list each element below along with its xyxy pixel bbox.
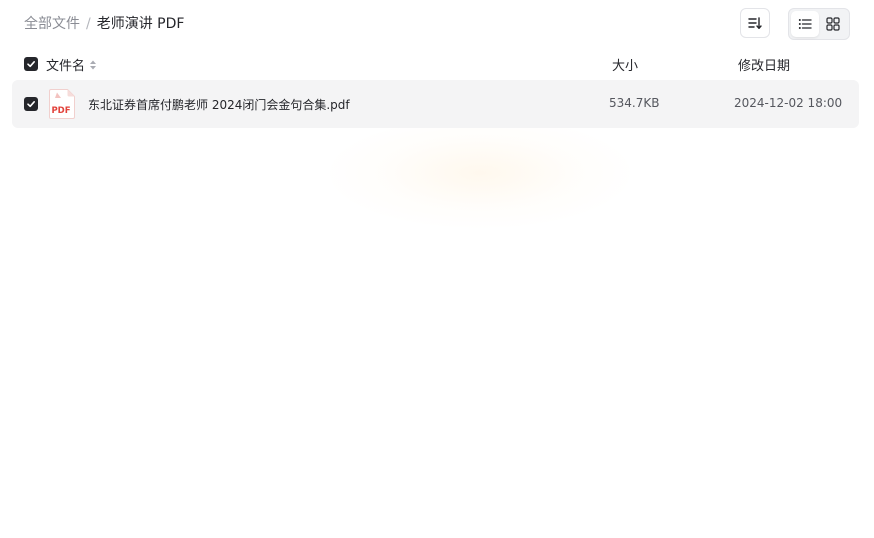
file-modified-date: 2024-12-02 18:00: [734, 96, 843, 110]
grid-view-icon: [826, 17, 840, 31]
list-view-button[interactable]: [791, 11, 819, 37]
column-size-label: 大小: [612, 59, 639, 74]
file-name[interactable]: 东北证券首席付鹏老师 2024闭门会金句合集.pdf: [88, 96, 350, 113]
file-row-checkbox[interactable]: [24, 97, 38, 111]
breadcrumb-root-link[interactable]: 全部文件: [24, 16, 80, 32]
sort-button[interactable]: [740, 8, 770, 38]
column-date-label: 修改日期: [738, 59, 791, 74]
check-icon: [27, 60, 35, 68]
breadcrumb-current: 老师演讲 PDF: [96, 16, 185, 32]
sort-lines-icon: [748, 17, 762, 30]
grid-view-button[interactable]: [819, 11, 847, 37]
breadcrumb: 全部文件 / 老师演讲 PDF: [24, 14, 184, 34]
column-name-label: 文件名: [46, 59, 86, 74]
list-view-icon: [798, 19, 812, 29]
breadcrumb-separator: /: [86, 16, 91, 32]
background-glow: [330, 118, 630, 228]
column-header: 文件名 大小 修改日期: [0, 52, 874, 76]
column-name-sort[interactable]: 文件名: [46, 55, 97, 74]
file-size: 534.7KB: [609, 96, 660, 110]
pdf-file-icon: PDF: [49, 89, 75, 119]
select-all-checkbox[interactable]: [24, 57, 38, 71]
file-row[interactable]: PDF 东北证券首席付鹏老师 2024闭门会金句合集.pdf 534.7KB 2…: [12, 80, 859, 128]
view-toggle: [788, 8, 850, 40]
sort-arrows-icon: [89, 59, 97, 71]
header: 全部文件 / 老师演讲 PDF: [24, 8, 850, 40]
pdf-file-icon-label: PDF: [51, 106, 70, 116]
file-browser: 全部文件 / 老师演讲 PDF 文件名 大小 修改日期 PDF 东北证券首席付鹏…: [0, 0, 874, 538]
check-icon: [27, 100, 35, 108]
